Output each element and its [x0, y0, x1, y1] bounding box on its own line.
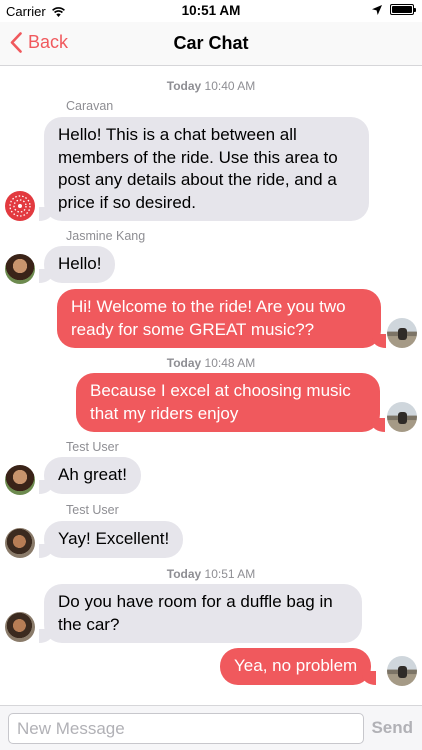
- send-button[interactable]: Send: [371, 718, 413, 738]
- test-user-avatar[interactable]: [5, 612, 35, 642]
- timestamp-time: 10:40 AM: [204, 79, 256, 93]
- message-bubble-incoming[interactable]: Hello!: [38, 246, 116, 283]
- test-user-avatar[interactable]: [5, 465, 35, 495]
- navigation-bar: Back Car Chat: [0, 22, 422, 66]
- message-input-bar: Send: [0, 705, 422, 750]
- message-bubble-incoming[interactable]: Do you have room for a duffle bag in the…: [39, 584, 362, 643]
- battery-icon: [390, 4, 416, 15]
- chat-view[interactable]: Today 10:40 AM Caravan Hello! This is a …: [0, 66, 422, 705]
- jasmine-kang-avatar[interactable]: [5, 254, 35, 284]
- sender-name: Test User: [66, 503, 119, 517]
- test-user-avatar[interactable]: [5, 528, 35, 558]
- sender-name: Jasmine Kang: [66, 229, 146, 243]
- sender-name: Test User: [66, 440, 119, 454]
- my-avatar[interactable]: [387, 318, 417, 348]
- status-bar: Carrier 10:51 AM: [0, 0, 422, 22]
- message-bubble-incoming[interactable]: Hello! This is a chat between all member…: [39, 117, 369, 221]
- message-bubble-outgoing[interactable]: Yea, no problem: [220, 648, 377, 685]
- message-input[interactable]: [8, 713, 364, 744]
- timestamp-day: Today: [166, 79, 202, 93]
- timestamp: Today 10:48 AM: [0, 356, 422, 370]
- my-avatar[interactable]: [387, 402, 417, 432]
- timestamp: Today 10:40 AM: [0, 79, 422, 93]
- timestamp-time: 10:48 AM: [204, 356, 256, 370]
- message-bubble-outgoing[interactable]: Because I excel at choosing music that m…: [76, 373, 385, 432]
- page-title: Car Chat: [173, 33, 249, 53]
- timestamp: Today 10:51 AM: [0, 567, 422, 581]
- timestamp-day: Today: [166, 567, 202, 581]
- message-bubble-incoming[interactable]: Yay! Excellent!: [38, 521, 184, 558]
- clock: 10:51 AM: [181, 3, 241, 18]
- caravan-logo-icon: [9, 195, 31, 217]
- message-bubble-incoming[interactable]: Ah great!: [39, 457, 141, 494]
- sender-name: Caravan: [66, 99, 114, 113]
- timestamp-time: 10:51 AM: [204, 567, 256, 581]
- my-avatar[interactable]: [387, 656, 417, 686]
- location-arrow-icon: [372, 4, 382, 15]
- message-bubble-outgoing[interactable]: Hi! Welcome to the ride! Are you two rea…: [57, 289, 386, 348]
- timestamp-day: Today: [166, 356, 202, 370]
- caravan-logo-avatar[interactable]: [5, 191, 35, 221]
